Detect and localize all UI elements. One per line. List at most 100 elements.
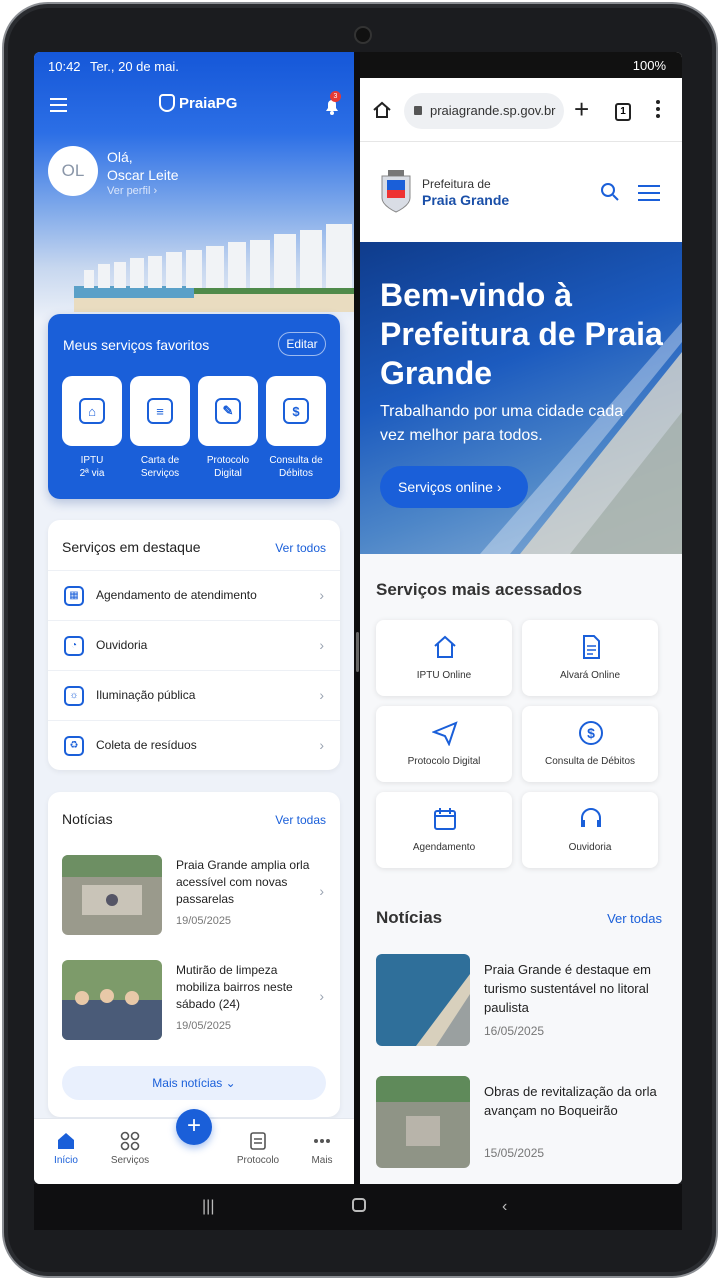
tab-more[interactable]: Mais: [290, 1131, 354, 1166]
address-bar[interactable]: praiagrande.sp.gov.br: [404, 93, 564, 129]
org-name-line1: Prefeitura de: [422, 177, 491, 191]
list-item-label: Coleta de resíduos: [96, 738, 197, 752]
clipboard-icon: [250, 1132, 266, 1150]
online-services-button[interactable]: Serviços online ›: [380, 466, 528, 508]
favorite-iptu[interactable]: ⌂: [62, 376, 122, 446]
chevron-right-icon: ›: [319, 637, 324, 653]
tab-more-label: Mais: [311, 1155, 333, 1166]
edit-icon: ✎: [215, 398, 241, 424]
tab-protocol-label: Protocolo: [236, 1155, 280, 1166]
service-label: IPTU Online: [416, 670, 472, 681]
menu-icon[interactable]: [50, 98, 67, 112]
home-button[interactable]: [352, 1198, 366, 1212]
document-icon: ≡: [147, 398, 173, 424]
services-section-title: Serviços mais acessados: [376, 580, 583, 599]
notification-badge: 3: [330, 91, 341, 102]
house-icon: [434, 635, 456, 658]
list-item[interactable]: ◔ Ouvidoria ›: [48, 620, 340, 670]
list-item-label: Iluminação pública: [96, 688, 196, 702]
service-agendamento[interactable]: Agendamento: [376, 792, 512, 868]
recycle-icon: ♻: [64, 736, 84, 756]
greeting: Olá, Oscar Leite: [107, 148, 179, 184]
profile-link[interactable]: Ver perfil ›: [107, 185, 157, 197]
more-news-button[interactable]: Mais notícias ⌄: [62, 1066, 326, 1100]
news-thumbnail: [376, 1076, 470, 1168]
hero-title: Bem-vindo à Prefeitura de Praia Grande: [380, 277, 663, 391]
service-alvara-online[interactable]: Alvará Online: [522, 620, 658, 696]
label-line: Protocolo: [206, 455, 250, 466]
chevron-right-icon: ›: [319, 687, 324, 703]
service-protocolo-digital[interactable]: Protocolo Digital: [376, 706, 512, 782]
news-thumbnail: [376, 954, 470, 1046]
greeting-text: Olá,: [107, 149, 133, 165]
news-item-date: 19/05/2025: [176, 1020, 232, 1032]
new-tab-button[interactable]: +: [574, 94, 589, 125]
lock-icon: [414, 106, 422, 115]
service-ouvidoria[interactable]: Ouvidoria: [522, 792, 658, 868]
news-item[interactable]: Praia Grande é destaque em turismo suste…: [360, 954, 682, 1054]
list-item[interactable]: ☼ Iluminação pública ›: [48, 670, 340, 720]
favorite-label: IPTU 2ª via: [59, 454, 125, 480]
browser-news-title: Notícias: [376, 908, 443, 927]
more-options-icon[interactable]: [656, 100, 660, 120]
label-line: Débitos: [279, 468, 313, 479]
tab-services[interactable]: Serviços: [98, 1131, 162, 1166]
add-button[interactable]: +: [176, 1109, 212, 1145]
chevron-right-icon: ›: [319, 587, 324, 603]
news-see-all-link[interactable]: Ver todas: [275, 813, 326, 827]
edit-favorites-button[interactable]: Editar: [278, 332, 326, 356]
tab-home[interactable]: Início: [34, 1131, 98, 1166]
back-button[interactable]: ‹: [502, 1198, 507, 1216]
favorite-protocolo[interactable]: ✎: [198, 376, 258, 446]
news-item-title: Praia Grande é destaque em turismo suste…: [484, 962, 651, 1015]
browser-news-see-all-link[interactable]: Ver todas: [607, 911, 662, 926]
search-icon[interactable]: [600, 182, 620, 202]
news-item-title: Praia Grande amplia orla acessível com n…: [176, 858, 310, 906]
news-item-title: Mutirão de limpeza mobiliza bairros nest…: [176, 963, 293, 1011]
bottom-tab-bar: Início Serviços + Protocolo Mais: [34, 1109, 354, 1184]
favorite-debitos[interactable]: $: [266, 376, 326, 446]
app-logo: PraiaPG: [159, 94, 237, 112]
featured-see-all-link[interactable]: Ver todos: [275, 541, 326, 555]
split-handle[interactable]: [356, 632, 359, 672]
news-item[interactable]: Obras de revitalização da orla avançam n…: [360, 1076, 682, 1176]
recents-button[interactable]: |||: [202, 1198, 214, 1216]
avatar[interactable]: OL: [48, 146, 98, 196]
favorite-label: Consulta de Débitos: [263, 454, 329, 480]
status-bar: 10:42 Ter., 20 de mai.: [48, 59, 185, 74]
favorite-label: Protocolo Digital: [195, 454, 261, 480]
tab-switcher-button[interactable]: 1: [615, 103, 631, 121]
home-icon: [58, 1133, 74, 1149]
lightbulb-icon: ☼: [64, 686, 84, 706]
favorite-carta-servicos[interactable]: ≡: [130, 376, 190, 446]
service-consulta-debitos[interactable]: $ Consulta de Débitos: [522, 706, 658, 782]
browser-toolbar: praiagrande.sp.gov.br + 1: [360, 78, 682, 142]
news-item[interactable]: Praia Grande amplia orla acessível com n…: [48, 847, 340, 947]
city-crest-logo[interactable]: [378, 168, 414, 214]
browser-pane: 100% praiagrande.sp.gov.br + 1 Prefeitur…: [360, 52, 682, 1184]
document-icon: [583, 635, 600, 659]
news-item[interactable]: Mutirão de limpeza mobiliza bairros nest…: [48, 952, 340, 1052]
news-title: Notícias: [62, 811, 113, 827]
list-item-label: Agendamento de atendimento: [96, 588, 257, 602]
list-item[interactable]: ♻ Coleta de resíduos ›: [48, 720, 340, 770]
service-label: Ouvidoria: [568, 842, 612, 853]
list-item[interactable]: ▦ Agendamento de atendimento ›: [48, 570, 340, 620]
news-item-date: 16/05/2025: [484, 1024, 545, 1038]
label-line: Carta de: [140, 455, 180, 466]
more-dots-icon: [314, 1139, 330, 1143]
app-logo-mark: [159, 94, 175, 112]
city-skyline-image: [74, 224, 354, 312]
featured-services-card: Serviços em destaque Ver todos ▦ Agendame…: [48, 520, 340, 770]
service-iptu-online[interactable]: IPTU Online: [376, 620, 512, 696]
label-line: Consulta de: [269, 455, 323, 466]
home-icon[interactable]: [372, 100, 392, 120]
menu-icon[interactable]: [638, 185, 660, 201]
tab-services-label: Serviços: [110, 1155, 150, 1166]
favorites-card: Meus serviços favoritos Editar ⌂ ≡ ✎ $ I…: [48, 314, 340, 499]
screen: 10:42 Ter., 20 de mai. PraiaPG 3 OL Olá,…: [34, 52, 682, 1184]
hero-banner: Bem-vindo à Prefeitura de Praia Grande T…: [360, 242, 682, 554]
app-name: PraiaPG: [179, 94, 238, 112]
browser-status-bar: 100%: [360, 52, 682, 78]
tab-protocol[interactable]: Protocolo: [226, 1131, 290, 1166]
